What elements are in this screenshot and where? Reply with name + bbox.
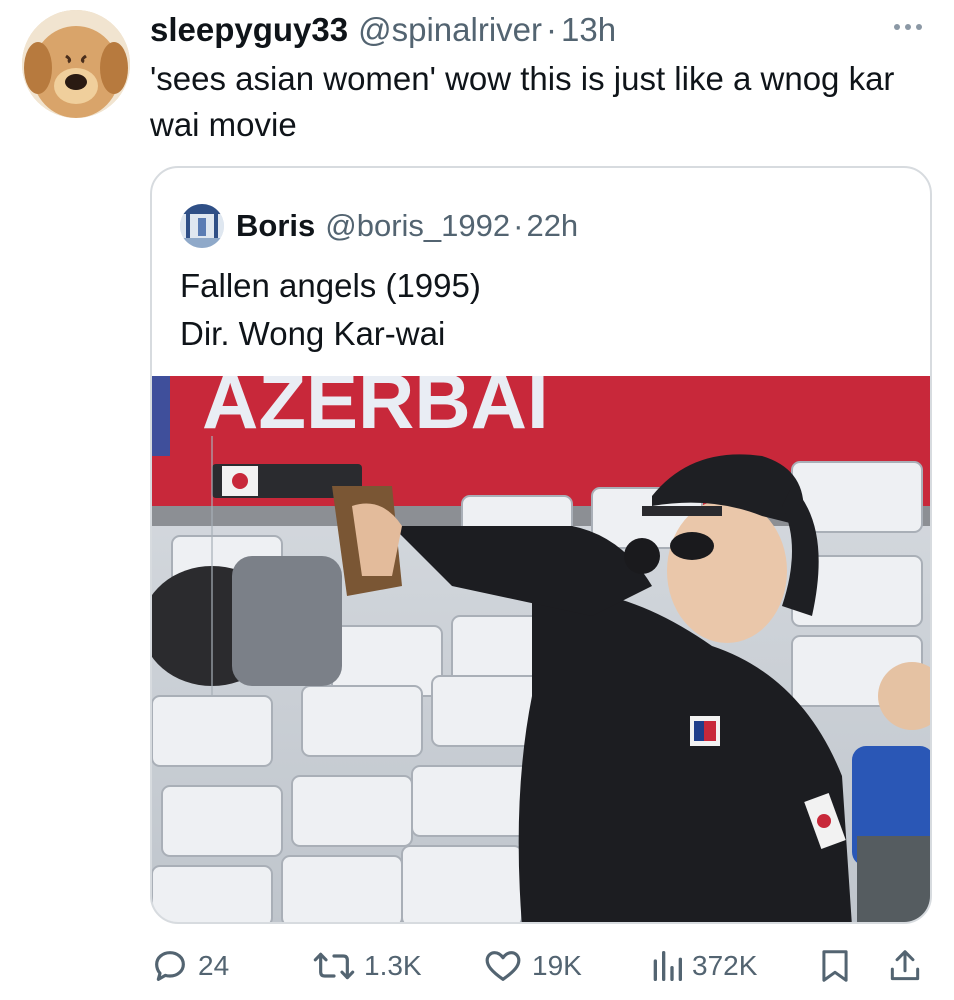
like-button[interactable]: 19K	[482, 942, 582, 990]
quoted-avatar-icon	[180, 204, 224, 248]
views-count: 372K	[692, 950, 758, 981]
quoted-handle[interactable]: @boris_1992	[325, 208, 510, 244]
quoted-tweet-header: Boris @boris_1992 · 22h	[180, 204, 578, 248]
reply-button[interactable]: 24	[150, 942, 229, 990]
views-icon	[653, 951, 682, 981]
bookmark-icon	[822, 950, 848, 982]
author-display-name[interactable]: sleepyguy33	[150, 11, 348, 49]
share-icon	[890, 950, 920, 981]
author-avatar[interactable]	[22, 10, 130, 118]
quoted-text-line-2: Dir. Wong Kar-wai	[180, 315, 446, 352]
tweet-text: 'sees asian women' wow this is just like…	[150, 60, 895, 143]
views-button[interactable]: 372K	[650, 942, 757, 990]
retweet-button[interactable]: 1.3K	[312, 942, 422, 990]
quoted-media-photo[interactable]: AZERBAI	[152, 376, 930, 922]
more-options-icon[interactable]	[886, 12, 930, 42]
quoted-author-avatar[interactable]	[180, 204, 224, 248]
heart-icon	[485, 951, 521, 981]
quoted-tweet-text: Fallen angels (1995) Dir. Wong Kar-wai	[180, 262, 481, 358]
reply-count: 24	[198, 950, 230, 981]
quoted-tweet[interactable]: Boris @boris_1992 · 22h Fallen angels (1…	[150, 166, 932, 924]
quoted-timestamp[interactable]: 22h	[526, 208, 578, 244]
quoted-separator-dot: ·	[513, 208, 524, 243]
reply-icon	[155, 951, 185, 981]
shooter-photo: AZERBAI	[152, 376, 930, 922]
share-button[interactable]	[886, 942, 924, 990]
quoted-text-line-1: Fallen angels (1995)	[180, 267, 481, 304]
retweet-icon	[313, 952, 355, 980]
retweet-count: 1.3K	[364, 950, 422, 981]
dog-avatar-icon	[22, 10, 130, 118]
separator-dot: ·	[546, 11, 558, 48]
author-handle[interactable]: @spinalriver	[358, 11, 542, 49]
quoted-display-name[interactable]: Boris	[236, 208, 315, 244]
like-count: 19K	[532, 950, 582, 981]
bookmark-button[interactable]	[816, 942, 854, 990]
tweet-timestamp[interactable]: 13h	[561, 11, 616, 49]
tweet-actions: 24 1.3K 19K 372K	[150, 942, 930, 990]
tweet-header: sleepyguy33 @spinalriver · 13h	[150, 8, 930, 52]
banner-text: AZERBAI	[202, 376, 549, 445]
